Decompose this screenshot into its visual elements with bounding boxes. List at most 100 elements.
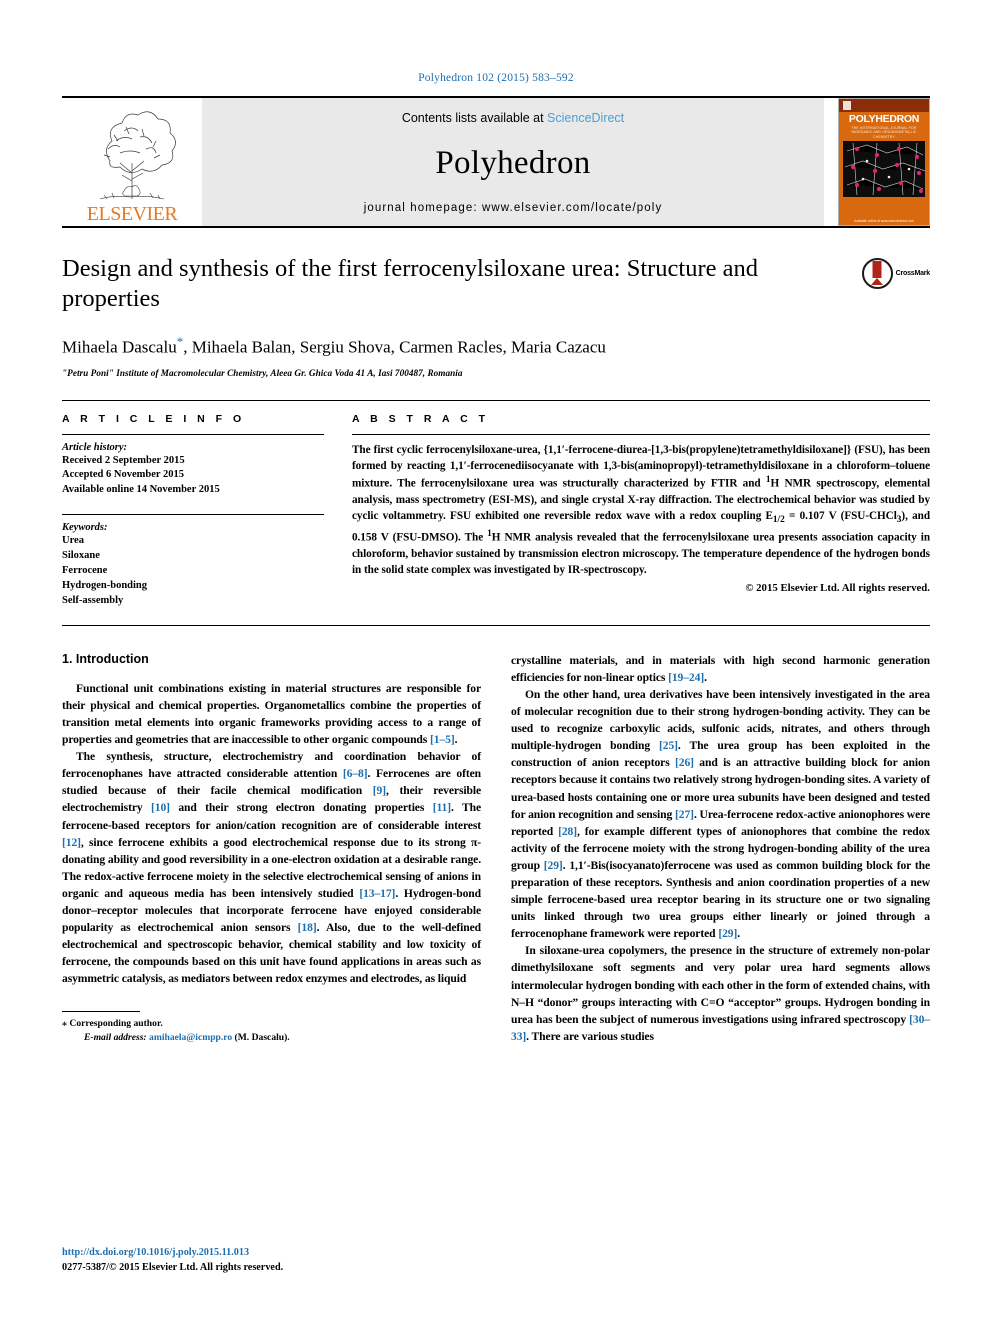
keyword-item: Siloxane [62, 550, 100, 562]
cover-subtitle: THE INTERNATIONAL JOURNAL FOR INORGANIC … [851, 126, 917, 139]
abstract-subscript-e: 1/2 [772, 515, 785, 526]
body-column-left: 1. Introduction Functional unit combinat… [62, 652, 481, 1045]
journal-homepage[interactable]: journal homepage: www.elsevier.com/locat… [364, 202, 663, 214]
keyword-item: Ferrocene [62, 565, 108, 577]
contents-list-line: Contents lists available at ScienceDirec… [402, 111, 624, 125]
title-block: Design and synthesis of the first ferroc… [62, 254, 930, 378]
cover-journal-name: POLYHEDRON [848, 113, 920, 125]
info-top-rule [62, 399, 930, 401]
citation-link[interactable]: [19–24] [668, 671, 704, 684]
abstract-copyright: © 2015 Elsevier Ltd. All rights reserved… [745, 582, 930, 595]
journal-masthead: ELSEVIER Contents lists available at Sci… [62, 96, 930, 226]
journal-title: Polyhedron [435, 145, 591, 181]
paragraph-text: . There are various studies [526, 1029, 654, 1043]
footnote-email-label: E-mail address: [84, 1032, 147, 1043]
issn-copyright-line: 0277-5387/© 2015 Elsevier Ltd. All right… [62, 1261, 284, 1273]
keyword-item: Urea [62, 535, 84, 547]
citation-link[interactable]: [29] [544, 859, 563, 872]
paragraph-text: and their strong electron donating prope… [169, 801, 433, 815]
footnote-corresponding-text: Corresponding author. [69, 1018, 163, 1030]
paragraph: crystalline materials, and in materials … [511, 652, 930, 686]
authors-remaining: , Mihaela Balan, Sergiu Shova, Carmen Ra… [183, 337, 606, 357]
paragraph-text: . [737, 927, 741, 941]
keywords-label: Keywords: [62, 522, 108, 534]
abstract-part-3: = 0.107 V (FSU-CHCl [784, 510, 897, 523]
sciencedirect-link[interactable]: ScienceDirect [547, 111, 624, 125]
citation-link[interactable]: [6–8] [343, 767, 368, 780]
abstract-rule [352, 433, 930, 435]
footnote-email-line: E-mail address: amihaela@icmpp.ro (M. Da… [62, 1031, 481, 1045]
citation-link[interactable]: [26] [675, 756, 694, 769]
paragraph-text: . [704, 670, 707, 684]
footnote-email-suffix: (M. Dascalu). [232, 1032, 290, 1043]
article-info-rule [62, 433, 324, 435]
page-title: Design and synthesis of the first ferroc… [62, 255, 759, 312]
elsevier-logo: ELSEVIER [62, 98, 202, 226]
paragraph: On the other hand, urea derivatives have… [511, 686, 930, 942]
history-available-online: Available online 14 November 2015 [62, 484, 220, 496]
elsevier-tree-icon [99, 111, 176, 200]
keyword-item: Hydrogen-bonding [62, 579, 147, 591]
history-accepted: Accepted 6 November 2015 [62, 469, 184, 481]
author-list: Mihaela Dascalu*, Mihaela Balan, Sergiu … [62, 334, 844, 359]
corresponding-author-footnote: ⁎ Corresponding author. E-mail address: … [62, 1011, 481, 1045]
citation-link[interactable]: [27] [675, 808, 694, 821]
citation-link[interactable]: [12] [62, 836, 81, 849]
footnote-email-link[interactable]: amihaela@icmpp.ro [149, 1032, 232, 1043]
info-bottom-rule [62, 624, 930, 626]
crossmark-icon [861, 258, 893, 289]
abstract-heading: A B S T R A C T [352, 412, 489, 425]
paragraph-text: In siloxane-urea copolymers, the presenc… [511, 944, 930, 1026]
footnote-corresponding-line: ⁎ Corresponding author. [62, 1017, 481, 1031]
citation-link[interactable]: [13–17] [359, 887, 395, 900]
article-info-heading: A R T I C L E I N F O [62, 412, 246, 425]
author-corresponding: Mihaela Dascalu [62, 337, 177, 357]
paragraph-text: Functional unit combinations existing in… [62, 681, 481, 747]
journal-banner: Contents lists available at ScienceDirec… [202, 98, 824, 226]
paragraph: Functional unit combinations existing in… [62, 680, 481, 748]
page-footer: http://dx.doi.org/10.1016/j.poly.2015.11… [62, 1246, 283, 1275]
running-head: Polyhedron 102 (2015) 583–592 [418, 72, 574, 84]
journal-cover-thumbnail: POLYHEDRON THE INTERNATIONAL JOURNAL FOR… [838, 98, 930, 226]
citation-link[interactable]: [11] [433, 801, 451, 814]
citation-link[interactable]: [29] [718, 927, 737, 940]
doi-link[interactable]: http://dx.doi.org/10.1016/j.poly.2015.11… [62, 1246, 283, 1260]
citation-link[interactable]: [10] [151, 801, 170, 814]
cover-crystal-structure-icon [843, 140, 925, 197]
history-received: Received 2 September 2015 [62, 454, 185, 466]
article-page: Polyhedron 102 (2015) 583–592 ELSEVIER C… [0, 0, 992, 1323]
intro-left-paragraphs: Functional unit combinations existing in… [62, 680, 481, 988]
section-heading-introduction: 1. Introduction [62, 651, 149, 666]
citation-link[interactable]: [25] [659, 739, 678, 752]
info-abstract-section: A R T I C L E I N F O Article history: R… [62, 413, 930, 609]
body-column-right: crystalline materials, and in materials … [511, 652, 930, 1045]
citation-link[interactable]: [18] [298, 921, 317, 934]
cover-top-band [839, 99, 929, 112]
abstract-text: The first cyclic ferrocenylsiloxane-urea… [352, 442, 930, 579]
abstract-column: A B S T R A C T The first cyclic ferroce… [352, 413, 930, 609]
article-history-label: Article history: [62, 441, 128, 453]
masthead-bottom-rule [62, 226, 930, 228]
citation-link[interactable]: [9] [373, 784, 386, 797]
footnote-rule [62, 1011, 140, 1013]
intro-right-paragraphs: crystalline materials, and in materials … [511, 652, 930, 1045]
citation-link[interactable]: [1–5] [430, 733, 455, 746]
keywords-rule [62, 514, 324, 516]
citation-link[interactable]: [28] [558, 825, 577, 838]
keywords-block: Keywords: Urea Siloxane Ferrocene Hydrog… [62, 514, 324, 609]
crossmark-label: CrossMark [895, 270, 931, 277]
cover-artwork [843, 140, 925, 197]
affiliation: "Petru Poni" Institute of Macromolecular… [62, 367, 463, 378]
elsevier-wordmark: ELSEVIER [86, 203, 178, 225]
paragraph: The synthesis, structure, electrochemist… [62, 748, 481, 987]
article-info-column: A R T I C L E I N F O Article history: R… [62, 413, 324, 609]
body-columns: 1. Introduction Functional unit combinat… [62, 652, 930, 1045]
crossmark-badge[interactable]: CrossMark [844, 254, 930, 289]
paragraph: In siloxane-urea copolymers, the presenc… [511, 942, 930, 1045]
cover-footer-text: Available online at www.sciencedirect.co… [854, 218, 914, 223]
cover-mini-logo-icon [843, 101, 851, 110]
keyword-item: Self-assembly [62, 594, 124, 606]
paragraph-text: . [454, 733, 458, 747]
paragraph-text: crystalline materials, and in materials … [511, 653, 930, 684]
contents-prefix: Contents lists available at [401, 111, 548, 125]
